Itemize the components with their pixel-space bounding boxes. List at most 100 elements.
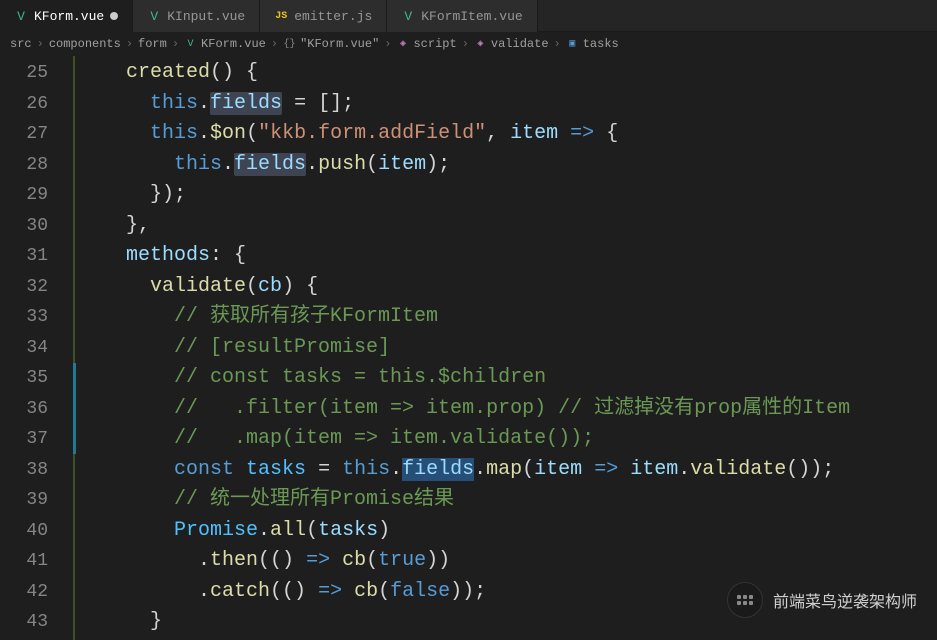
token-punc: . (258, 519, 270, 542)
code-content[interactable]: created() { this.fields = []; this.$on("… (66, 56, 937, 640)
line-number: 31 (0, 241, 48, 272)
token-kw: const (174, 458, 234, 481)
breadcrumb-item[interactable]: form (138, 37, 167, 51)
vue-file-icon: V (14, 9, 28, 23)
token-punc: . (474, 458, 486, 481)
token-punc: )) (426, 549, 450, 572)
code-line[interactable]: this.$on("kkb.form.addField", item => { (78, 119, 937, 150)
code-line[interactable]: Promise.all(tasks) (78, 516, 937, 547)
line-number: 27 (0, 119, 48, 150)
token-fn: then (210, 549, 258, 572)
token-var: item (630, 458, 678, 481)
token-cmt: // .filter(item => item.prop) // 过滤掉没有pr… (174, 397, 850, 420)
breadcrumb-label: src (10, 37, 32, 51)
token-punc: = []; (282, 92, 354, 115)
code-line[interactable]: }); (78, 180, 937, 211)
tab-label: KForm.vue (34, 9, 104, 24)
token-cmt: // [resultPromise] (174, 336, 390, 359)
breadcrumb-label: script (413, 37, 456, 51)
line-number: 41 (0, 546, 48, 577)
token-punc: ()); (786, 458, 834, 481)
token-fn: validate (690, 458, 786, 481)
token-punc: } (78, 610, 162, 633)
code-line[interactable]: created() { (78, 58, 937, 89)
token-punc: { (594, 122, 618, 145)
token-punc: ) (378, 519, 390, 542)
breadcrumb-item[interactable]: ▣tasks (566, 37, 619, 51)
code-line[interactable]: validate(cb) { (78, 272, 937, 303)
token-const: Promise (174, 519, 258, 542)
code-line[interactable]: // const tasks = this.$children (78, 363, 937, 394)
code-line[interactable]: }, (78, 211, 937, 242)
breadcrumb-label: form (138, 37, 167, 51)
code-line[interactable]: // .map(item => item.validate()); (78, 424, 937, 455)
token-punc (234, 458, 246, 481)
line-number: 36 (0, 394, 48, 425)
watermark-text: 前端菜鸟逆袭架构师 (773, 588, 917, 612)
token-punc: () { (210, 61, 258, 84)
token-this: this (174, 153, 222, 176)
token-bool: true (378, 549, 426, 572)
token-punc: ( (366, 549, 378, 572)
line-number: 38 (0, 455, 48, 486)
token-punc (78, 427, 174, 450)
breadcrumb-label: "KForm.vue" (300, 37, 379, 51)
tab-emitter-js[interactable]: JSemitter.js (260, 0, 387, 32)
variable-icon: ▣ (566, 38, 579, 51)
token-var: fields (210, 92, 282, 115)
code-line[interactable]: .then(() => cb(true)) (78, 546, 937, 577)
breadcrumb-item[interactable]: src (10, 37, 32, 51)
token-punc (78, 397, 174, 420)
chevron-right-icon: › (126, 37, 133, 51)
token-punc: ) { (282, 275, 318, 298)
breadcrumb-item[interactable]: {}"KForm.vue" (283, 37, 379, 51)
line-number: 40 (0, 516, 48, 547)
code-line[interactable]: methods: { (78, 241, 937, 272)
breadcrumb-item[interactable]: components (49, 37, 121, 51)
code-line[interactable]: // 统一处理所有Promise结果 (78, 485, 937, 516)
token-var: cb (258, 275, 282, 298)
modified-indicator-icon (110, 12, 118, 20)
token-punc (78, 519, 174, 542)
token-fn: push (318, 153, 366, 176)
breadcrumb-item[interactable]: ◈validate (474, 37, 549, 51)
token-fn: map (486, 458, 522, 481)
tab-label: KInput.vue (167, 9, 245, 24)
token-punc: . (678, 458, 690, 481)
tab-KFormItem-vue[interactable]: VKFormItem.vue (387, 0, 537, 32)
gutter-diff-marker (73, 363, 76, 454)
code-editor[interactable]: 25262728293031323334353637383940414243 c… (0, 56, 937, 640)
tab-KInput-vue[interactable]: VKInput.vue (133, 0, 260, 32)
token-this: this (150, 122, 198, 145)
code-line[interactable]: // .filter(item => item.prop) // 过滤掉没有pr… (78, 394, 937, 425)
breadcrumb-item[interactable]: ◈script (396, 37, 456, 51)
code-line[interactable]: // 获取所有孩子KFormItem (78, 302, 937, 333)
breadcrumb-item[interactable]: VKForm.vue (184, 37, 266, 51)
token-punc: = (306, 458, 342, 481)
code-line[interactable]: const tasks = this.fields.map(item => it… (78, 455, 937, 486)
token-punc: ( (246, 122, 258, 145)
token-punc (78, 153, 174, 176)
breadcrumb-label: components (49, 37, 121, 51)
token-punc (582, 458, 594, 481)
tab-bar: V KForm.vue VKInput.vueJSemitter.jsVKFormI… (0, 0, 937, 32)
tab-KForm-vue[interactable]: V KForm.vue (0, 0, 133, 32)
token-kw: => (570, 122, 594, 145)
token-var: methods (126, 244, 210, 267)
token-kw: => (318, 580, 342, 603)
chevron-right-icon: › (384, 37, 391, 51)
token-fn: all (270, 519, 306, 542)
chevron-right-icon: › (554, 37, 561, 51)
chevron-right-icon: › (462, 37, 469, 51)
token-punc: ( (522, 458, 534, 481)
tab-label: KFormItem.vue (421, 9, 522, 24)
line-number: 37 (0, 424, 48, 455)
token-punc: }, (78, 214, 150, 237)
watermark: 前端菜鸟逆袭架构师 (727, 582, 917, 618)
code-line[interactable]: this.fields.push(item); (78, 150, 937, 181)
line-number: 26 (0, 89, 48, 120)
code-line[interactable]: this.fields = []; (78, 89, 937, 120)
code-line[interactable]: // [resultPromise] (78, 333, 937, 364)
line-number: 34 (0, 333, 48, 364)
token-punc: ( (366, 153, 378, 176)
